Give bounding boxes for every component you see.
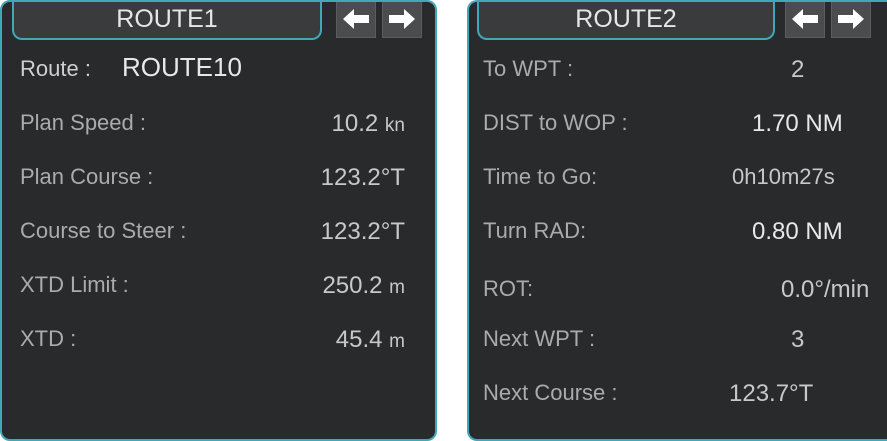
panel2-nav-arrows bbox=[785, 2, 871, 42]
prev-page-button[interactable] bbox=[785, 2, 825, 38]
xtd-value: 45.4 m bbox=[335, 326, 405, 353]
rot-row: ROT: 0.0°/min bbox=[469, 272, 887, 312]
tab-route1-label: ROUTE1 bbox=[116, 5, 218, 33]
xtd-label: XTD : bbox=[20, 326, 77, 351]
turn-rad-label: Turn RAD: bbox=[483, 218, 587, 243]
dist-to-wop-row: DIST to WOP : 1.70 NM bbox=[469, 106, 887, 146]
xtd-limit-row: XTD Limit : 250.2 m bbox=[2, 268, 435, 308]
dist-to-wop-label: DIST to WOP : bbox=[483, 110, 628, 135]
plan-speed-value: 10.2 kn bbox=[331, 110, 405, 137]
tab-route2-label: ROUTE2 bbox=[575, 5, 677, 33]
xtd-limit-value: 250.2 m bbox=[322, 272, 405, 299]
xtd-limit-label: XTD Limit : bbox=[20, 272, 129, 297]
time-to-go-value: 0h10m27s bbox=[732, 164, 835, 189]
rot-value: 0.0°/min bbox=[781, 276, 870, 303]
route2-panel: ROUTE2 To WPT : 2 DIST to WOP : 1.70 NM … bbox=[467, 0, 887, 441]
panel1-nav-arrows bbox=[336, 2, 422, 42]
arrow-left-icon bbox=[792, 9, 818, 29]
turn-rad-value: 0.80 NM bbox=[752, 218, 843, 245]
prev-page-button[interactable] bbox=[336, 2, 376, 38]
next-course-label: Next Course : bbox=[483, 380, 618, 405]
arrow-right-icon bbox=[389, 9, 415, 29]
next-wpt-row: Next WPT : 3 bbox=[469, 322, 887, 362]
xtd-unit: m bbox=[389, 331, 405, 352]
next-wpt-label: Next WPT : bbox=[483, 326, 596, 351]
route1-panel: ROUTE1 Route : ROUTE10 Plan Speed : 10.2… bbox=[0, 0, 437, 441]
plan-speed-row: Plan Speed : 10.2 kn bbox=[2, 106, 435, 146]
arrow-right-icon bbox=[838, 9, 864, 29]
plan-course-value: 123.2°T bbox=[320, 164, 405, 191]
time-to-go-row: Time to Go: 0h10m27s bbox=[469, 160, 887, 200]
time-to-go-label: Time to Go: bbox=[483, 164, 598, 189]
to-wpt-row: To WPT : 2 bbox=[469, 52, 887, 92]
to-wpt-value: 2 bbox=[791, 56, 805, 83]
course-to-steer-label: Course to Steer : bbox=[20, 218, 187, 243]
course-to-steer-row: Course to Steer : 123.2°T bbox=[2, 214, 435, 254]
xtd-limit-unit: m bbox=[389, 277, 405, 298]
course-to-steer-value: 123.2°T bbox=[320, 218, 405, 245]
arrow-left-icon bbox=[343, 9, 369, 29]
next-wpt-value: 3 bbox=[791, 326, 805, 353]
next-course-value: 123.7°T bbox=[729, 380, 814, 407]
plan-speed-label: Plan Speed : bbox=[20, 110, 146, 135]
next-page-button[interactable] bbox=[831, 2, 871, 38]
tab-route1[interactable]: ROUTE1 bbox=[12, 2, 322, 40]
rot-label: ROT: bbox=[483, 276, 534, 301]
route-row: Route : ROUTE10 bbox=[2, 52, 435, 92]
turn-rad-row: Turn RAD: 0.80 NM bbox=[469, 214, 887, 254]
route-name: ROUTE10 bbox=[122, 52, 242, 82]
tab-route2[interactable]: ROUTE2 bbox=[477, 2, 775, 40]
plan-course-label: Plan Course : bbox=[20, 164, 154, 189]
xtd-row: XTD : 45.4 m bbox=[2, 322, 435, 362]
route-label: Route : bbox=[20, 56, 91, 81]
next-page-button[interactable] bbox=[382, 2, 422, 38]
to-wpt-label: To WPT : bbox=[483, 56, 574, 81]
dist-to-wop-value: 1.70 NM bbox=[752, 110, 843, 137]
plan-speed-unit: kn bbox=[384, 115, 405, 136]
next-course-row: Next Course : 123.7°T bbox=[469, 376, 887, 416]
plan-course-row: Plan Course : 123.2°T bbox=[2, 160, 435, 200]
